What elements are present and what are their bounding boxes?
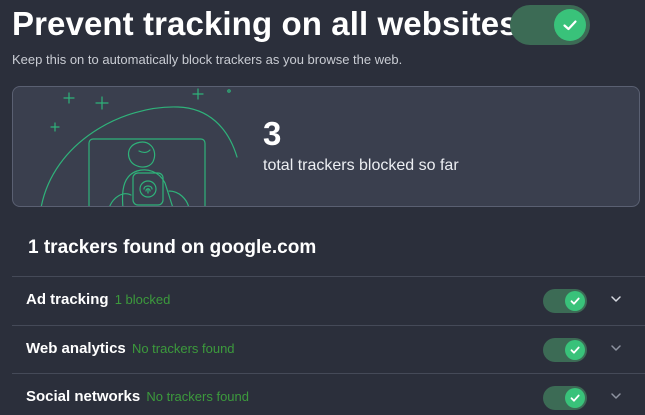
sparkle-icon: [50, 122, 60, 132]
category-status: No trackers found: [146, 389, 249, 404]
check-icon: [570, 346, 580, 354]
total-trackers-count: 3: [263, 115, 282, 152]
toggle-knob: [565, 340, 585, 360]
header: Prevent tracking on all websites: [12, 2, 632, 48]
chevron-down-icon[interactable]: [608, 291, 624, 307]
check-icon: [570, 394, 580, 402]
social-networks-toggle[interactable]: [543, 386, 587, 410]
sparkle-icon: [95, 96, 109, 110]
chevron-down-icon[interactable]: [608, 388, 624, 404]
sparkle-icon: [63, 92, 75, 104]
total-trackers-label: total trackers blocked so far: [263, 157, 459, 174]
chevron-down-icon[interactable]: [608, 340, 624, 356]
toggle-knob: [554, 9, 586, 41]
category-row-social-networks[interactable]: Social networks No trackers found: [12, 373, 645, 415]
toggle-knob: [565, 388, 585, 408]
web-analytics-toggle[interactable]: [543, 338, 587, 362]
check-icon: [563, 20, 577, 31]
page-title: Prevent tracking on all websites: [12, 5, 518, 42]
category-row-ad-tracking[interactable]: Ad tracking 1 blocked: [12, 276, 645, 325]
category-label: Web analytics: [26, 340, 126, 357]
toggle-knob: [565, 291, 585, 311]
site-trackers-heading: 1 trackers found on google.com: [28, 237, 317, 258]
category-status: No trackers found: [131, 341, 235, 356]
prevent-tracking-toggle[interactable]: [510, 5, 590, 45]
trackers-summary-card: 3 total trackers blocked so far: [12, 86, 640, 207]
sparkle-icon: [192, 88, 204, 100]
privacy-illustration: [40, 88, 238, 206]
category-row-web-analytics[interactable]: Web analytics No trackers found: [12, 325, 645, 374]
ad-tracking-toggle[interactable]: [543, 289, 587, 313]
category-label: Social networks: [26, 388, 141, 405]
page-subtitle: Keep this on to automatically block trac…: [12, 52, 403, 67]
check-icon: [570, 297, 580, 305]
category-label: Ad tracking: [26, 291, 109, 308]
category-status: 1 blocked: [114, 292, 171, 307]
